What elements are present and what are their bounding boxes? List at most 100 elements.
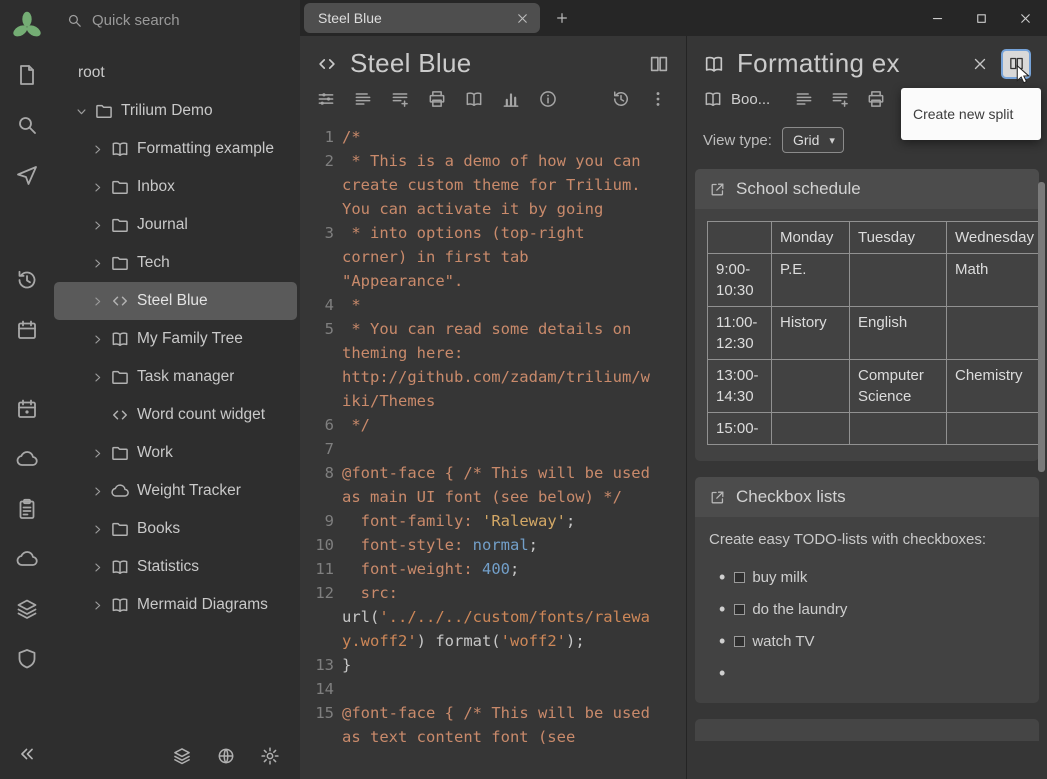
collapse-launcher-button[interactable]: [16, 743, 38, 765]
history-launcher-button[interactable]: [15, 268, 39, 292]
tree-item-weight-tracker[interactable]: Weight Tracker: [54, 472, 297, 510]
history-button[interactable]: [611, 89, 631, 109]
checkbox-unchecked[interactable]: [734, 636, 745, 647]
card-header[interactable]: School schedule: [695, 169, 1039, 209]
tree-item-work[interactable]: Work: [54, 434, 297, 472]
tree-item-word-count-widget[interactable]: Word count widget: [54, 396, 297, 434]
quick-search[interactable]: [54, 0, 300, 40]
window-close-button[interactable]: [1003, 0, 1047, 36]
shield-launcher-button[interactable]: [15, 647, 39, 671]
checklist-item: •buy milk: [719, 561, 1039, 593]
tab-steel-blue[interactable]: Steel Blue: [304, 3, 540, 33]
cloud-launcher-button[interactable]: [15, 447, 39, 471]
search-icon: [66, 12, 83, 29]
text-lines-button[interactable]: [353, 89, 373, 109]
note-title[interactable]: Formatting ex: [737, 48, 959, 79]
chevron-right-icon[interactable]: [90, 218, 105, 233]
card-header[interactable]: Checkbox lists: [695, 477, 1039, 517]
chart-button[interactable]: [501, 89, 521, 109]
card-intro: Create easy TODO-lists with checkboxes:: [709, 529, 989, 551]
tree-item-formatting-example[interactable]: Formatting example: [54, 130, 297, 168]
line-number: 6: [312, 413, 334, 437]
chevron-down-icon[interactable]: [74, 104, 89, 119]
line-number: 15: [312, 701, 334, 749]
chevron-right-icon[interactable]: [90, 294, 105, 309]
bullet: •: [719, 567, 725, 588]
chevron-right-icon[interactable]: [90, 256, 105, 271]
note-title[interactable]: Steel Blue: [350, 48, 636, 79]
code-text: * You can read some details on theming h…: [342, 317, 650, 413]
table-cell: [947, 413, 1040, 445]
app-window: root Trilium DemoFormatting exampleInboxJ…: [0, 0, 1047, 779]
checkbox-unchecked[interactable]: [734, 604, 745, 615]
cloud-launcher-button[interactable]: [15, 547, 39, 571]
tree-item-tech[interactable]: Tech: [54, 244, 297, 282]
gear-button[interactable]: [260, 746, 280, 766]
code-text: src: url('../../../custom/fonts/raleway.…: [342, 581, 650, 653]
chevron-right-icon[interactable]: [90, 484, 105, 499]
tree-item-trilium-demo[interactable]: Trilium Demo: [54, 92, 297, 130]
tree-item-task-manager[interactable]: Task manager: [54, 358, 297, 396]
chevron-right-icon[interactable]: [90, 598, 105, 613]
create-split-button[interactable]: [648, 53, 670, 75]
checkbox-unchecked[interactable]: [734, 572, 745, 583]
close-pane-button[interactable]: [971, 55, 989, 73]
layers-launcher-button[interactable]: [15, 597, 39, 621]
line-number: 1: [312, 125, 334, 149]
clipboard-launcher-button[interactable]: [15, 497, 39, 521]
quick-search-input[interactable]: [92, 12, 290, 29]
info-button[interactable]: [538, 89, 558, 109]
window-maximize-button[interactable]: [959, 0, 1003, 36]
new-tab-button[interactable]: [554, 10, 570, 26]
text-lines-button[interactable]: [794, 89, 814, 109]
tree-item-journal[interactable]: Journal: [54, 206, 297, 244]
tree-item-steel-blue[interactable]: Steel Blue: [54, 282, 297, 320]
code-line: 4 *: [312, 293, 650, 317]
add-row-button[interactable]: [830, 89, 850, 109]
kebab-button[interactable]: [648, 89, 668, 109]
code-editor[interactable]: 1/*2 * This is a demo of how you can cre…: [300, 117, 686, 779]
tree-item-root[interactable]: root: [54, 54, 297, 92]
chevron-right-icon[interactable]: [90, 332, 105, 347]
tree-item-mermaid-diagrams[interactable]: Mermaid Diagrams: [54, 586, 297, 624]
scrollbar-thumb[interactable]: [1038, 182, 1045, 472]
book-button[interactable]: [464, 89, 484, 109]
tree-item-label: root: [78, 64, 105, 82]
maximize-icon: [974, 11, 989, 26]
chevron-right-icon[interactable]: [90, 522, 105, 537]
window-minimize-button[interactable]: [915, 0, 959, 36]
send-launcher-button[interactable]: [15, 163, 39, 187]
add-row-button[interactable]: [390, 89, 410, 109]
view-type-select[interactable]: Grid ▾: [782, 127, 844, 153]
minimize-icon: [930, 11, 945, 26]
table-column-header: Monday: [772, 222, 850, 254]
chevron-right-icon[interactable]: [90, 560, 105, 575]
tree-item-my-family-tree[interactable]: My Family Tree: [54, 320, 297, 358]
layers-button[interactable]: [172, 746, 192, 766]
chevron-right-icon[interactable]: [90, 142, 105, 157]
calendar-launcher-button[interactable]: [15, 318, 39, 342]
calendar-star-launcher-button[interactable]: [15, 397, 39, 421]
line-number: 8: [312, 461, 334, 509]
ribbon-toolbar: [300, 85, 686, 117]
tree-item-books[interactable]: Books: [54, 510, 297, 548]
create-split-button-active[interactable]: [1001, 49, 1031, 79]
search-launcher-button[interactable]: [15, 113, 39, 137]
tree-item-label: Statistics: [137, 558, 199, 576]
tab-close-icon[interactable]: [515, 11, 530, 26]
chevron-right-icon[interactable]: [90, 180, 105, 195]
globe-button[interactable]: [216, 746, 236, 766]
tree-item-label: Mermaid Diagrams: [137, 596, 268, 614]
file-launcher-button[interactable]: [15, 63, 39, 87]
table-cell: History: [772, 307, 850, 360]
code-note-icon: [316, 53, 338, 75]
ribbon-tab-book-properties[interactable]: Boo...: [703, 89, 770, 109]
printer-button[interactable]: [866, 89, 886, 109]
chevron-right-icon[interactable]: [90, 370, 105, 385]
tree-item-statistics[interactable]: Statistics: [54, 548, 297, 586]
tree-item-inbox[interactable]: Inbox: [54, 168, 297, 206]
printer-button[interactable]: [427, 89, 447, 109]
table-row: 9:00-10:30P.E.Math: [708, 254, 1040, 307]
chevron-right-icon[interactable]: [90, 446, 105, 461]
sliders-button[interactable]: [316, 89, 336, 109]
